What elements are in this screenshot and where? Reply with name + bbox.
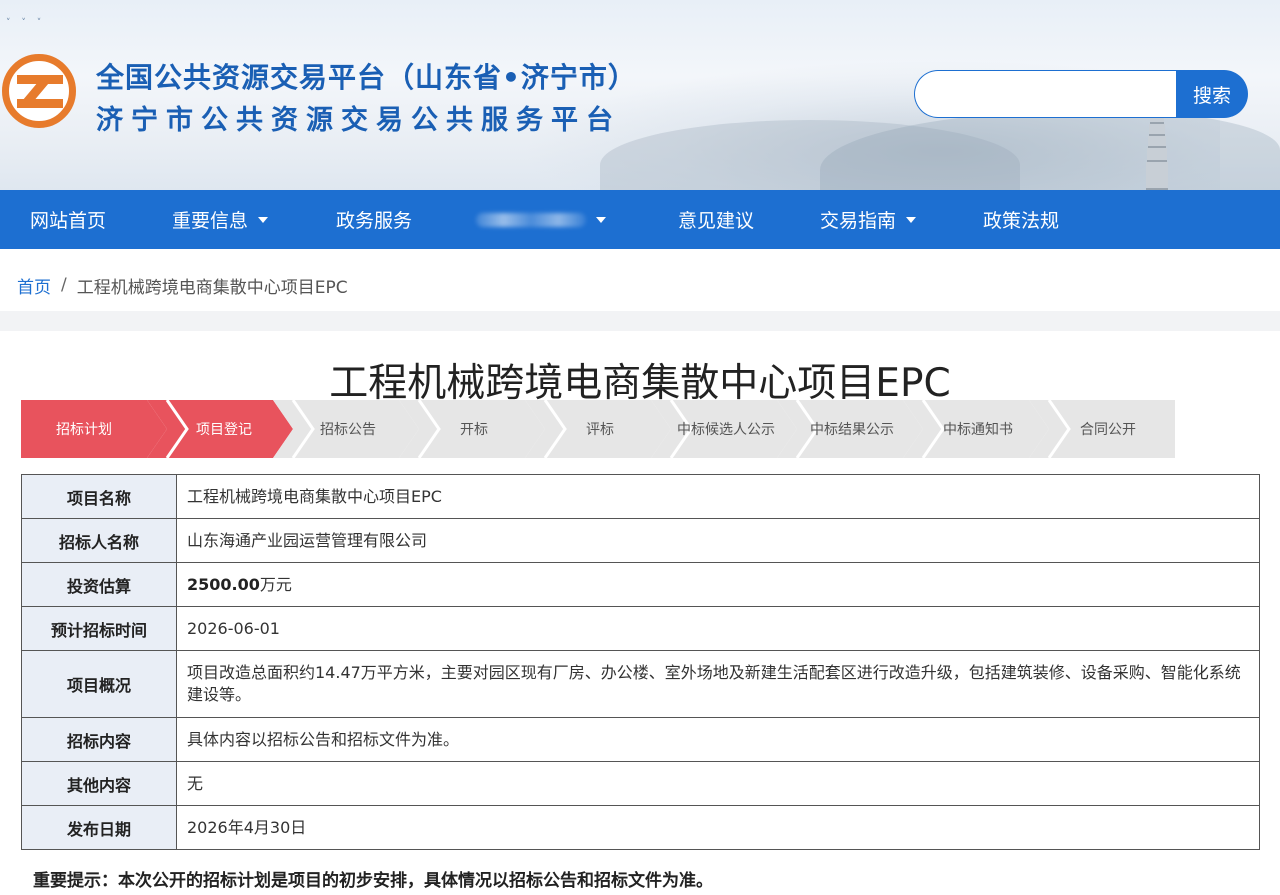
step-bid-evaluation[interactable]: 评标 <box>537 400 663 458</box>
step-project-registration[interactable]: 项目登记 <box>161 400 287 458</box>
caret-down-icon <box>258 216 269 223</box>
nav-item-gov-services[interactable]: 政务服务 <box>336 190 412 249</box>
section-divider <box>0 311 1280 331</box>
nav-item-label: 重要信息 <box>172 210 249 232</box>
row-value: 山东海通产业园运营管理有限公司 <box>176 518 1260 563</box>
table-row: 项目概况 项目改造总面积约14.47万平方米，主要对园区现有厂房、办公楼、室外场… <box>21 650 1260 718</box>
row-value: 工程机械跨境电商集散中心项目EPC <box>176 474 1260 519</box>
step-result-publicity[interactable]: 中标结果公示 <box>789 400 915 458</box>
nav-item-label: 网站首页 <box>30 210 107 232</box>
row-key: 项目名称 <box>21 474 177 519</box>
important-notice: 重要提示：本次公开的招标计划是项目的初步安排，具体情况以招标公告和招标文件为准。 <box>33 871 713 891</box>
row-key: 其他内容 <box>21 761 177 806</box>
nav-item-label: 意见建议 <box>678 210 755 232</box>
breadcrumb-current: 工程机械跨境电商集散中心项目EPC <box>76 277 348 298</box>
row-key: 预计招标时间 <box>21 606 177 651</box>
row-value: 2026-06-01 <box>176 606 1260 651</box>
row-value: 无 <box>176 761 1260 806</box>
site-logo[interactable] <box>2 54 76 128</box>
investment-unit: 万元 <box>259 574 292 594</box>
obscured-label <box>476 212 586 227</box>
nav-item-label: 政务服务 <box>336 210 413 232</box>
breadcrumb-separator: / <box>61 275 67 295</box>
nav-item-home[interactable]: 网站首页 <box>30 190 106 249</box>
search-field <box>914 70 1180 118</box>
step-award-notice[interactable]: 中标通知书 <box>915 400 1041 458</box>
table-row: 项目名称 工程机械跨境电商集散中心项目EPC <box>21 474 1260 519</box>
row-key: 项目概况 <box>21 650 177 718</box>
step-bid-plan[interactable]: 招标计划 <box>21 400 147 458</box>
table-row: 投资估算 2500.00万元 <box>21 562 1260 607</box>
row-value: 具体内容以招标公告和招标文件为准。 <box>176 717 1260 762</box>
caret-down-icon <box>596 216 606 223</box>
project-info-table: 项目名称 工程机械跨境电商集散中心项目EPC 招标人名称 山东海通产业园运营管理… <box>21 474 1260 850</box>
table-row: 发布日期 2026年4月30日 <box>21 805 1260 850</box>
row-value: 项目改造总面积约14.47万平方米，主要对园区现有厂房、办公楼、室外场地及新建生… <box>176 650 1260 718</box>
breadcrumb: 首页 / 工程机械跨境电商集散中心项目EPC <box>0 259 1280 311</box>
nav-item-trade-guide[interactable]: 交易指南 <box>820 190 917 249</box>
table-row: 预计招标时间 2026-06-01 <box>21 606 1260 651</box>
nav-item-feedback[interactable]: 意见建议 <box>678 190 754 249</box>
step-bid-opening[interactable]: 开标 <box>411 400 537 458</box>
step-contract-disclosure[interactable]: 合同公开 <box>1041 400 1175 458</box>
breadcrumb-home-link[interactable]: 首页 <box>17 273 51 298</box>
search-input[interactable] <box>915 71 1180 117</box>
table-row: 招标人名称 山东海通产业园运营管理有限公司 <box>21 518 1260 563</box>
nav-item-label: 政策法规 <box>983 210 1060 232</box>
step-candidate-publicity[interactable]: 中标候选人公示 <box>663 400 789 458</box>
step-bid-announcement[interactable]: 招标公告 <box>285 400 411 458</box>
site-header: ˅ ˅ ˅ 全国公共资源交易平台（山东省•济宁市） 济宁市公共资源交易公共服务平… <box>0 0 1280 190</box>
row-key: 招标内容 <box>21 717 177 762</box>
nav-item-obscured[interactable] <box>476 190 606 249</box>
investment-amount: 2500.00 <box>187 574 260 594</box>
table-row: 其他内容 无 <box>21 761 1260 806</box>
row-value: 2500.00万元 <box>176 562 1260 607</box>
row-key: 投资估算 <box>21 562 177 607</box>
nav-item-important-info[interactable]: 重要信息 <box>172 190 269 249</box>
table-row: 招标内容 具体内容以招标公告和招标文件为准。 <box>21 717 1260 762</box>
row-value: 2026年4月30日 <box>176 805 1260 850</box>
row-key: 发布日期 <box>21 805 177 850</box>
nav-item-policies[interactable]: 政策法规 <box>983 190 1059 249</box>
row-key: 招标人名称 <box>21 518 177 563</box>
site-title-line2: 济宁市公共资源交易公共服务平台 <box>96 105 621 136</box>
search-button[interactable]: 搜索 <box>1176 70 1248 118</box>
process-steps: 招标计划 项目登记 招标公告 开标 评标 中标候选人公示 中标结果公示 中标通知… <box>21 400 1175 458</box>
main-nav: 网站首页 重要信息 政务服务 意见建议 交易指南 政策法规 <box>0 190 1280 249</box>
nav-item-label: 交易指南 <box>820 210 897 232</box>
birds-decoration: ˅ ˅ ˅ <box>6 18 46 28</box>
caret-down-icon <box>906 216 917 223</box>
site-title-line1: 全国公共资源交易平台（山东省•济宁市） <box>96 61 637 94</box>
